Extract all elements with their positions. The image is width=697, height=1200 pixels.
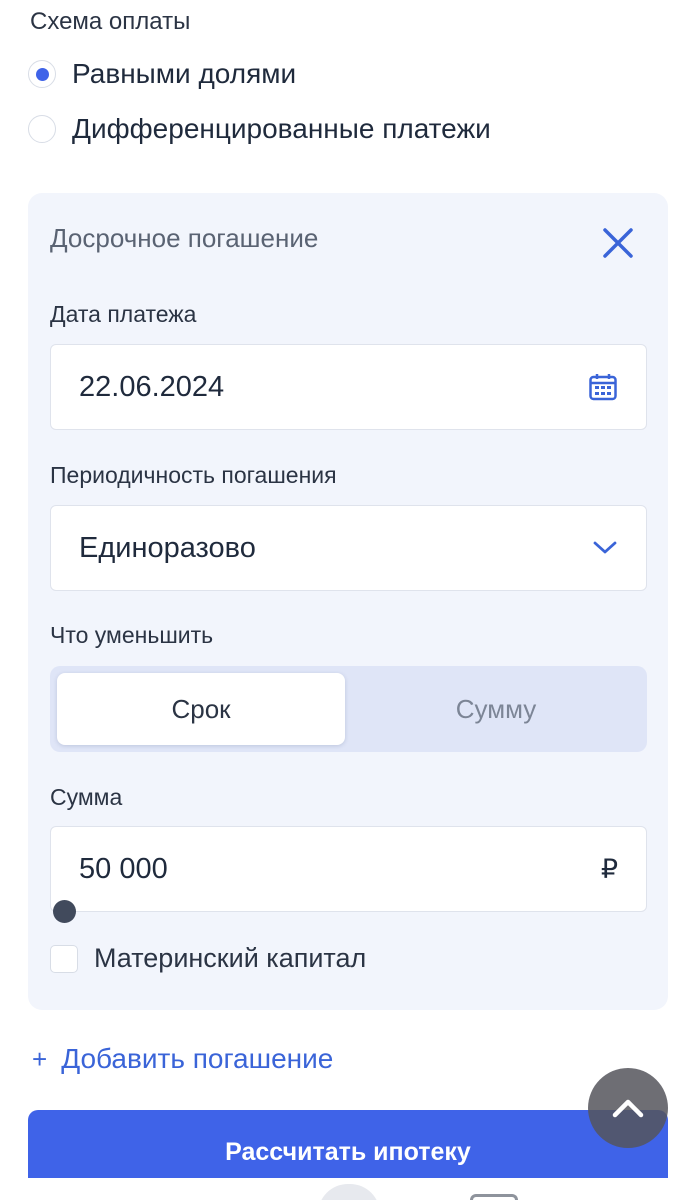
early-repayment-title: Досрочное погашение xyxy=(50,223,319,253)
segment-amount[interactable]: Сумму xyxy=(352,673,640,745)
amount-value: 50 000 xyxy=(79,852,168,885)
chevron-up-icon xyxy=(612,1099,644,1118)
payment-date-field[interactable]: 22.06.2024 xyxy=(50,344,647,430)
amount-slider-handle[interactable] xyxy=(53,900,76,923)
radio-button-checked[interactable] xyxy=(28,60,56,88)
mortgage-calculator-page: Схема оплаты Равными долями Дифференциро… xyxy=(0,0,697,1200)
frequency-label: Периодичность погашения xyxy=(50,462,337,488)
maternity-capital-label: Материнский капитал xyxy=(94,943,367,973)
radio-label-equal: Равными долями xyxy=(72,58,297,89)
segment-term[interactable]: Срок xyxy=(57,673,345,745)
payment-date-label: Дата платежа xyxy=(50,301,197,327)
radio-equal-payments[interactable]: Равными долями xyxy=(28,58,296,90)
radio-differentiated-payments[interactable]: Дифференцированные платежи xyxy=(28,113,491,145)
bottom-navigation-bar xyxy=(0,1178,697,1200)
close-button[interactable] xyxy=(598,223,638,263)
payment-scheme-label: Схема оплаты xyxy=(30,8,191,35)
payment-date-value: 22.06.2024 xyxy=(79,370,225,403)
maternity-capital-checkbox[interactable] xyxy=(50,944,78,973)
amount-input[interactable]: 50 000 ₽ xyxy=(50,826,647,912)
maternity-capital-checkbox-row[interactable]: Материнский капитал xyxy=(50,943,366,974)
close-icon xyxy=(603,228,633,258)
reduce-label: Что уменьшить xyxy=(50,622,214,648)
ruble-sign: ₽ xyxy=(600,853,618,884)
add-repayment-link[interactable]: + Добавить погашение xyxy=(32,1043,333,1075)
radio-label-differentiated: Дифференцированные платежи xyxy=(72,113,491,144)
reduce-segmented-control: Срок Сумму xyxy=(50,666,647,752)
add-repayment-label: Добавить погашение xyxy=(61,1043,334,1074)
chevron-down-icon xyxy=(592,540,618,556)
early-repayment-card: Досрочное погашение Дата платежа 22.06.2… xyxy=(28,193,668,1010)
nav-home-indicator[interactable] xyxy=(318,1184,380,1200)
scroll-to-top-button[interactable] xyxy=(588,1068,668,1148)
frequency-value: Единоразово xyxy=(79,531,256,564)
radio-button[interactable] xyxy=(28,115,56,143)
nav-tabs-icon[interactable] xyxy=(470,1194,518,1200)
calendar-icon[interactable] xyxy=(588,372,618,402)
amount-label: Сумма xyxy=(50,784,123,810)
frequency-select[interactable]: Единоразово xyxy=(50,505,647,591)
plus-icon: + xyxy=(32,1043,48,1074)
